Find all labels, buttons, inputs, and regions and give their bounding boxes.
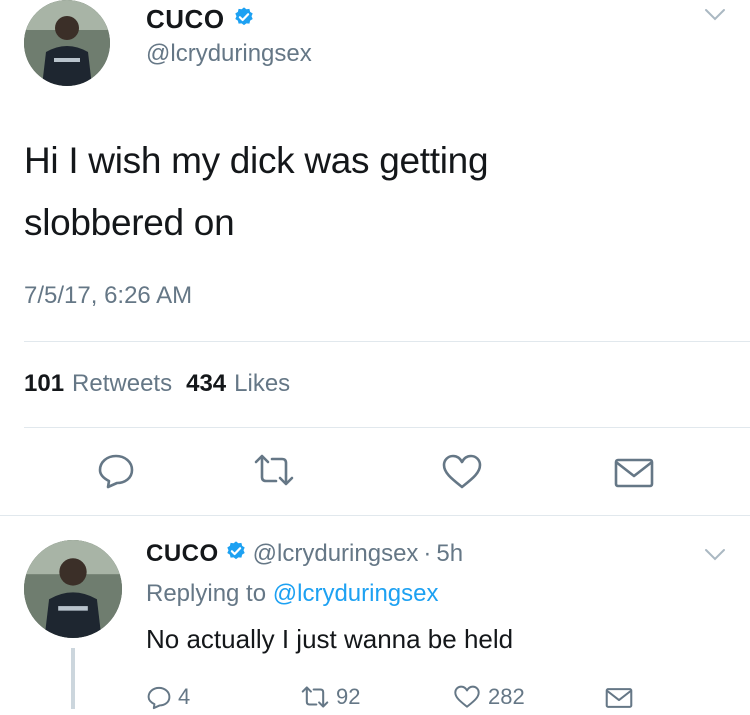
retweet-arrows-icon [301,686,329,708]
reply-text: No actually I just wanna be held [146,624,514,654]
chevron-down-icon[interactable] [704,548,726,562]
reply-action-like[interactable]: 282 [452,684,525,710]
divider [24,341,750,342]
heart-outline-icon [454,685,480,708]
display-name[interactable]: CUCO [146,4,225,35]
tweet-text-line-2: slobbered on [24,202,235,243]
divider [0,515,750,516]
replying-to-handle-link[interactable]: @lcryduringsex [273,580,439,607]
display-name-row: CUCO [146,2,255,36]
separator-dot: · [423,540,432,567]
divider [24,427,750,428]
reply-handle[interactable]: @lcryduringsex [253,540,419,568]
retweet-button[interactable] [252,452,296,488]
reply-action-retweet[interactable]: 92 [300,684,360,710]
reply-retweet-count: 92 [336,684,361,709]
avatar[interactable] [24,0,110,86]
reply-header: CUCO @lcryduringsex · 5h [146,538,463,570]
reply-count: 4 [178,684,191,709]
reply-avatar[interactable] [24,540,122,638]
like-count[interactable]: 434 [186,370,226,398]
reply-action-dm[interactable] [604,686,634,715]
envelope-icon [614,458,654,488]
reply-action-reply[interactable]: 4 [146,684,190,710]
retweet-arrows-icon [254,454,294,486]
verified-badge-icon [225,540,247,569]
like-button[interactable] [440,452,484,492]
replying-to-label: Replying to [146,580,267,607]
handle[interactable]: @lcryduringsex [146,40,312,68]
reply-age[interactable]: 5h [436,540,463,568]
envelope-icon [605,688,633,708]
heart-outline-icon [442,454,482,489]
reply-like-count: 282 [488,684,525,709]
reply-button[interactable] [96,450,136,490]
replying-to-line: Replying to @lcryduringsex [146,580,439,608]
tweet-text-line-1: Hi I wish my dick was getting [24,140,489,181]
avatar-photo [24,540,122,638]
retweet-count[interactable]: 101 [24,370,64,398]
tweet-timestamp[interactable]: 7/5/17, 6:26 AM [24,282,192,310]
like-label[interactable]: Likes [234,370,290,398]
avatar-photo [24,0,110,86]
reply-display-name[interactable]: CUCO [146,540,219,568]
tweet-stats: 101 Retweets 434 Likes [24,370,290,398]
speech-bubble-icon [147,686,171,710]
verified-badge-icon [233,6,255,33]
dm-button[interactable] [612,456,656,490]
retweet-label[interactable]: Retweets [72,370,172,398]
chevron-down-icon[interactable] [704,8,726,22]
thread-connector-line [71,648,75,709]
speech-bubble-icon [98,454,134,489]
